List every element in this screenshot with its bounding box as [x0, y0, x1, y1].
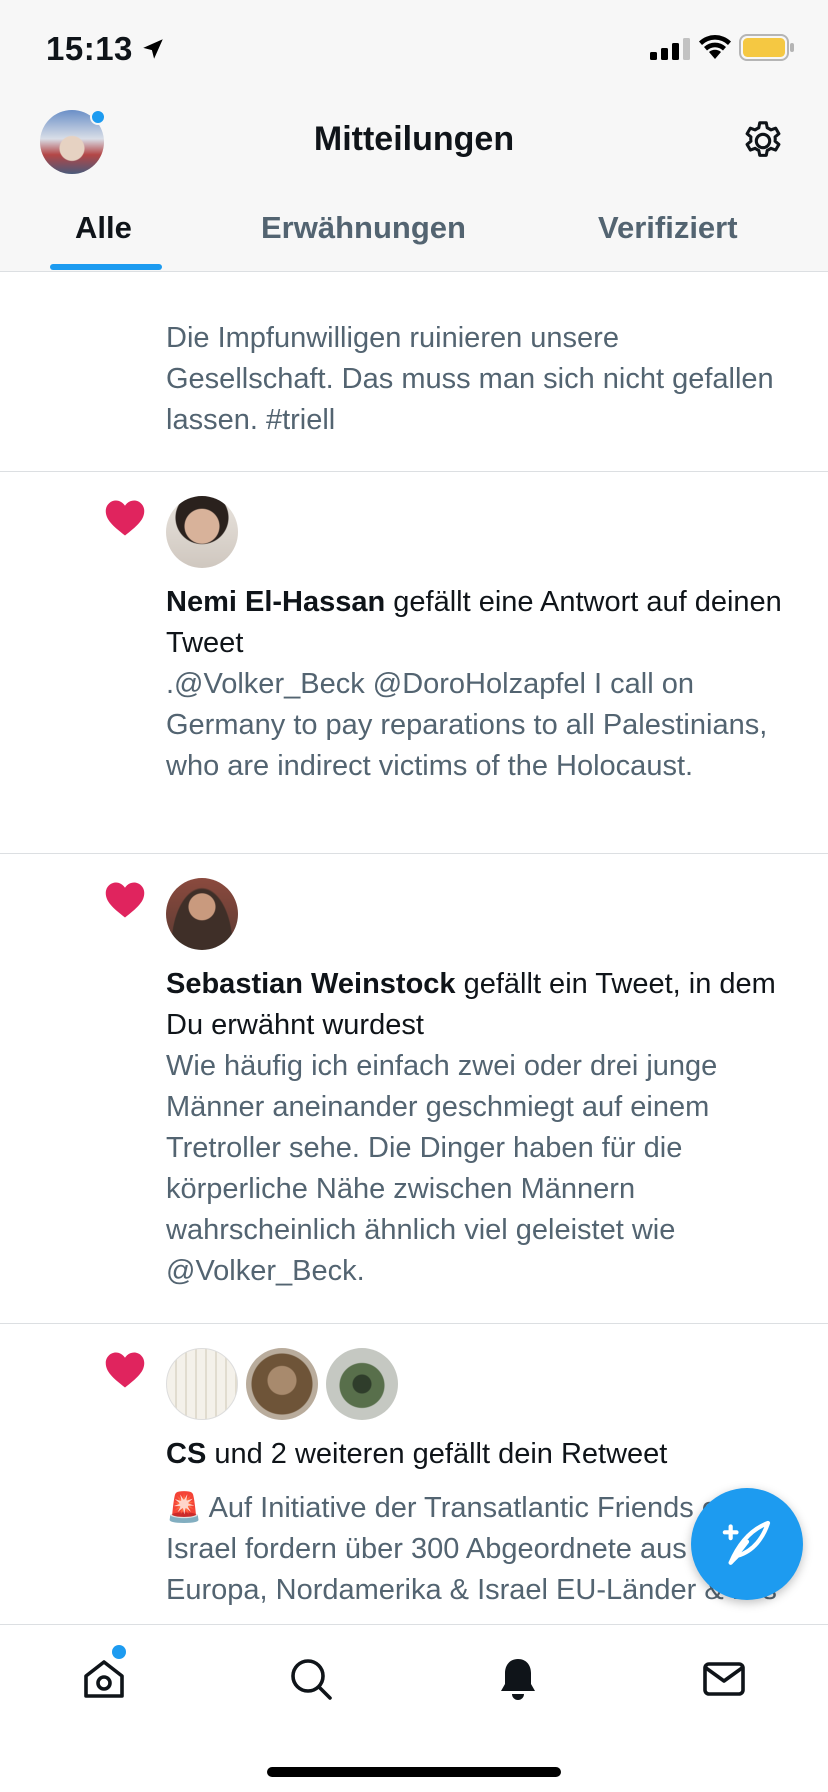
notification-headline: CS und 2 weiteren gefällt dein Retweet	[166, 1434, 786, 1475]
bell-icon[interactable]	[494, 1655, 542, 1703]
actor-name[interactable]: CS	[166, 1438, 206, 1470]
tab-alle[interactable]: Alle	[75, 210, 132, 246]
notification-item[interactable]: Die Impfunwilligen ruinieren unsere Gese…	[0, 272, 828, 472]
gear-icon[interactable]	[740, 118, 786, 164]
search-icon[interactable]	[287, 1655, 335, 1703]
avatar[interactable]	[326, 1348, 398, 1420]
compose-tweet-button[interactable]	[691, 1488, 803, 1600]
battery-icon	[739, 34, 794, 61]
app-header: Mitteilungen Alle Erwähnungen Verifizier…	[0, 96, 828, 272]
avatar[interactable]	[166, 1348, 238, 1420]
notification-feed[interactable]: Die Impfunwilligen ruinieren unsere Gese…	[0, 272, 828, 1724]
page-title: Mitteilungen	[313, 120, 515, 158]
notification-action: und 2 weiteren gefällt dein Retweet	[206, 1438, 668, 1470]
home-icon[interactable]	[80, 1655, 128, 1703]
notification-item[interactable]: Nemi El-Hassan gefällt eine Antwort auf …	[0, 472, 828, 854]
compose-tweet-icon	[722, 1520, 771, 1565]
location-arrow-icon	[143, 39, 163, 59]
cellular-signal-icon	[650, 38, 690, 60]
actor-name[interactable]: Sebastian Weinstock	[166, 968, 456, 1000]
tweet-body: Auf Initiative der Transatlantic Friends…	[166, 1492, 777, 1606]
heart-icon	[105, 500, 145, 536]
notification-item[interactable]: Sebastian Weinstock gefällt ein Tweet, i…	[0, 854, 828, 1324]
active-tab-indicator	[50, 264, 162, 270]
avatar[interactable]	[246, 1348, 318, 1420]
avatar[interactable]	[166, 496, 238, 568]
tab-erwaehnungen[interactable]: Erwähnungen	[261, 210, 466, 246]
heart-icon	[105, 882, 145, 918]
home-unread-dot	[112, 1645, 126, 1659]
heart-icon	[105, 1352, 145, 1388]
tweet-text: Die Impfunwilligen ruinieren unsere Gese…	[166, 322, 774, 436]
status-time: 15:13	[46, 30, 133, 67]
bottom-tab-bar	[0, 1624, 828, 1792]
wifi-icon	[699, 35, 731, 59]
notification-tabs: Alle Erwähnungen Verifiziert	[0, 202, 828, 272]
avatar[interactable]	[166, 878, 238, 950]
home-indicator	[267, 1767, 561, 1777]
mail-icon[interactable]	[700, 1655, 748, 1703]
tab-verifiziert[interactable]: Verifiziert	[598, 210, 738, 246]
notification-headline: Nemi El-Hassan gefällt eine Antwort auf …	[166, 582, 786, 664]
notification-headline: Sebastian Weinstock gefällt ein Tweet, i…	[166, 964, 786, 1046]
status-bar: 15:13	[0, 0, 828, 96]
siren-icon: 🚨	[166, 1492, 203, 1524]
tweet-text: .@Volker_Beck @DoroHolzapfel I call on G…	[166, 668, 768, 782]
actor-name[interactable]: Nemi El-Hassan	[166, 586, 385, 618]
notifications-screen: 15:13 Mitteilungen Alle Erwähnungen Veri…	[0, 0, 828, 1792]
tweet-text: Wie häufig ich einfach zwei oder drei ju…	[166, 1050, 718, 1287]
